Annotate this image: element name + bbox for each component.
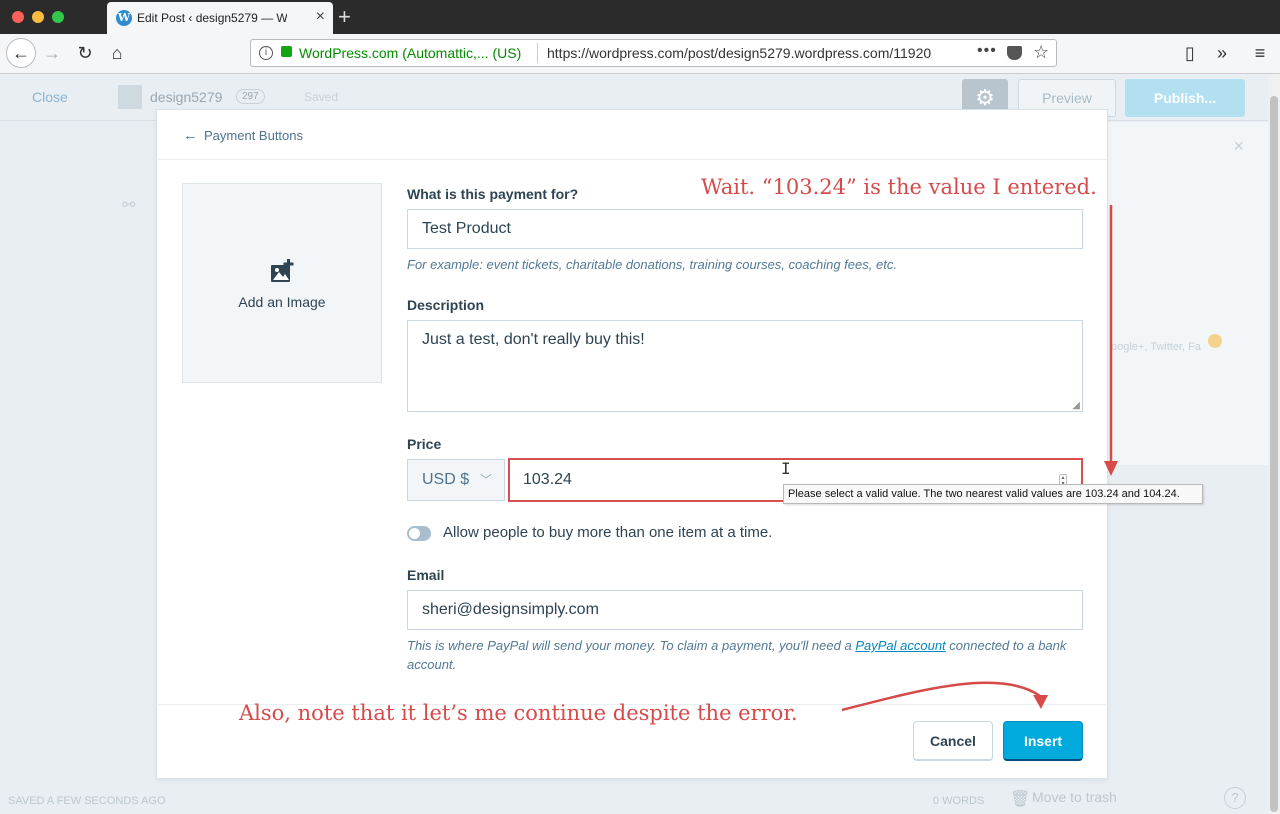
currency-select[interactable]: USD $ ﹀	[407, 459, 505, 501]
email-label: Email	[407, 567, 445, 583]
email-input[interactable]: sheri@designsimply.com	[407, 590, 1083, 630]
maximize-window-button[interactable]	[52, 11, 64, 23]
modal-header: ← Payment Buttons	[157, 110, 1107, 160]
price-label: Price	[407, 436, 442, 452]
back-label: Payment Buttons	[204, 128, 303, 143]
cancel-button[interactable]: Cancel	[913, 721, 993, 761]
forward-button[interactable]: →	[40, 42, 64, 64]
browser-tab-bar: W Edit Post ‹ design5279 — WordPress.com…	[0, 0, 1280, 34]
chevron-down-icon: ﹀	[479, 473, 492, 487]
annotation-bottom: Also, note that it let’s me continue des…	[239, 701, 798, 725]
sidebar-close-icon: ×	[1233, 136, 1244, 156]
arrow-left-icon: ←	[183, 127, 198, 144]
browser-nav-bar: ← → ↻ ⌂ i WordPress.com (Automattic,... …	[0, 34, 1280, 74]
new-tab-icon[interactable]: +	[338, 4, 351, 30]
editor-footer: SAVED A FEW SECONDS AGO 0 WORDS 🗑 Move t…	[0, 787, 1268, 814]
address-bar[interactable]: i WordPress.com (Automattic,... (US) htt…	[250, 39, 1057, 67]
add-image-label: Add an Image	[238, 294, 326, 310]
payment-for-help: For example: event tickets, charitable d…	[407, 257, 897, 272]
email-help-prefix: This is where PayPal will send your mone…	[407, 638, 852, 653]
url-text[interactable]: https://wordpress.com/post/design5279.wo…	[547, 45, 943, 61]
pocket-icon[interactable]	[1007, 46, 1022, 60]
page-actions-icon[interactable]: •••	[977, 42, 997, 60]
sharing-snippet: oogle+, Twitter, Fa	[1111, 341, 1201, 353]
toggle-knob	[409, 528, 420, 539]
home-icon[interactable]: ⌂	[105, 42, 129, 64]
publish-button: Publish...	[1125, 79, 1245, 117]
back-to-payment-buttons[interactable]: ← Payment Buttons	[183, 127, 303, 144]
description-label: Description	[407, 297, 485, 313]
hamburger-menu-icon[interactable]: ≡	[1248, 42, 1272, 64]
email-help: This is where PayPal will send your mone…	[407, 636, 1083, 674]
editor-sidebar: × oogle+, Twitter, Fa	[1106, 122, 1268, 465]
word-count: 0 WORDS	[933, 795, 985, 807]
move-to-trash: Move to trash	[1032, 789, 1117, 805]
page-scrollbar[interactable]	[1268, 74, 1280, 814]
price-value: 103.24	[523, 471, 572, 488]
site-name: design5279	[150, 89, 223, 105]
warning-icon	[1208, 334, 1222, 348]
multi-item-toggle[interactable]	[407, 526, 431, 541]
description-textarea[interactable]: Just a test, don't really buy this! ◢	[407, 320, 1083, 412]
paypal-account-link[interactable]: PayPal account	[855, 638, 945, 653]
reload-icon[interactable]: ↻	[73, 42, 97, 64]
bookmark-star-icon[interactable]: ☆	[1033, 42, 1049, 63]
multi-item-label: Allow people to buy more than one item a…	[443, 524, 773, 541]
validation-tooltip: Please select a valid value. The two nea…	[783, 484, 1203, 504]
browser-tab[interactable]: W Edit Post ‹ design5279 — WordPress.com…	[107, 2, 333, 34]
insert-button[interactable]: Insert	[1003, 721, 1083, 761]
site-identity[interactable]: WordPress.com (Automattic,... (US)	[299, 45, 521, 61]
add-image-icon	[271, 259, 294, 282]
scrollbar-thumb[interactable]	[1270, 96, 1278, 812]
annotation-top: Wait. “103.24” is the value I entered.	[701, 175, 1097, 199]
overflow-chevron-icon[interactable]: »	[1210, 42, 1234, 64]
address-divider	[537, 43, 538, 63]
back-button[interactable]: ←	[6, 38, 36, 68]
reader-view-icon[interactable]: ▯	[1178, 42, 1202, 64]
payment-for-input[interactable]: Test Product	[407, 209, 1083, 249]
lock-icon	[281, 46, 292, 57]
resize-handle-icon[interactable]: ◢	[1072, 400, 1080, 411]
saved-status: Saved	[304, 90, 339, 104]
payment-button-modal: ← Payment Buttons Add an Image What is th…	[157, 110, 1107, 778]
trash-icon: 🗑	[1010, 791, 1031, 808]
text-cursor-icon: I	[781, 459, 791, 478]
close-tab-icon[interactable]: ×	[316, 8, 325, 26]
close-window-button[interactable]	[12, 11, 24, 23]
info-icon[interactable]: i	[259, 46, 273, 60]
help-icon: ?	[1224, 787, 1246, 809]
payment-for-label: What is this payment for?	[407, 186, 579, 202]
minimize-window-button[interactable]	[32, 11, 44, 23]
site-icon	[118, 85, 142, 109]
tab-title: Edit Post ‹ design5279 — WordPress.com	[137, 11, 287, 25]
footer-status: SAVED A FEW SECONDS AGO	[8, 795, 166, 807]
post-count-badge: 297	[236, 89, 265, 104]
wordpress-icon: W	[116, 10, 132, 26]
link-icon: ⚯	[122, 197, 136, 214]
description-value: Just a test, don't really buy this!	[422, 331, 645, 348]
currency-value: USD $	[422, 471, 470, 488]
add-image-area[interactable]: Add an Image	[182, 183, 382, 383]
editor-close-link: Close	[32, 89, 68, 105]
